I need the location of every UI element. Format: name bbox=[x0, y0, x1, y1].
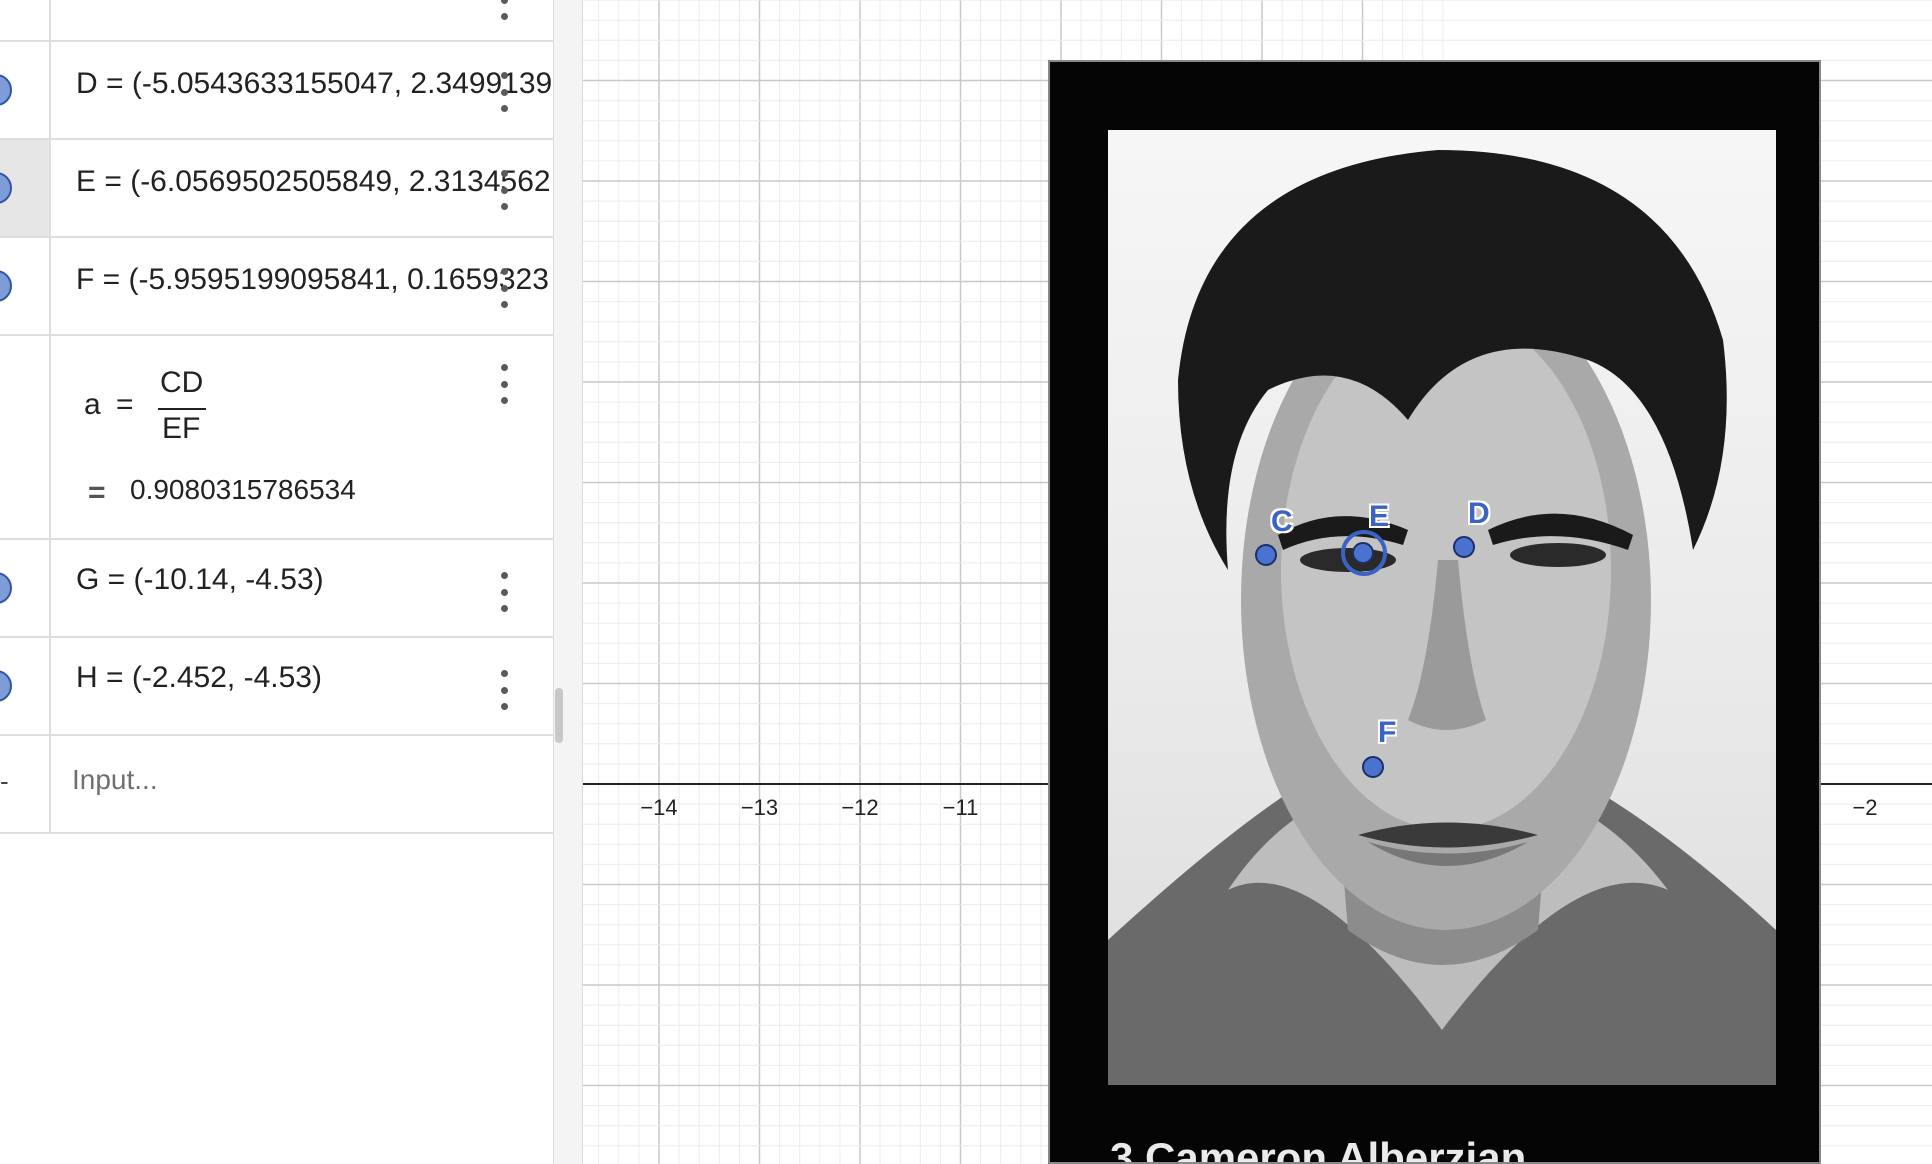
point-label-F: F bbox=[1378, 716, 1397, 749]
visibility-toggle-icon[interactable] bbox=[0, 172, 12, 204]
portrait-illustration bbox=[1108, 150, 1776, 1085]
row-gutter bbox=[0, 336, 51, 538]
fraction-bar bbox=[158, 408, 206, 410]
expression-text[interactable]: H = (-2.452, -4.53) bbox=[76, 661, 322, 695]
row-gutter bbox=[0, 540, 51, 636]
fraction-denominator: EF bbox=[162, 412, 201, 445]
algebra-view: D = (-5.0543633155047, 2.3499139 E = (-6… bbox=[0, 0, 553, 1164]
algebra-row-H[interactable]: H = (-2.452, -4.53) bbox=[0, 638, 553, 736]
visibility-toggle-icon[interactable] bbox=[0, 74, 12, 106]
expression-text[interactable]: E = (-6.0569502505849, 2.3134562 bbox=[76, 165, 551, 199]
row-gutter bbox=[0, 0, 51, 40]
algebra-row-a[interactable]: a = CD EF = 0.9080315786534 bbox=[0, 336, 553, 540]
algebra-row-F[interactable]: F = (-5.9595199095841, 0.1659323 bbox=[0, 238, 553, 336]
x-tick-label: −11 bbox=[943, 795, 979, 820]
resize-handle[interactable] bbox=[555, 688, 563, 743]
panel-divider[interactable] bbox=[553, 0, 583, 1164]
fraction-numerator: CD bbox=[160, 366, 204, 399]
algebra-input-row[interactable]: - Input... bbox=[0, 736, 553, 834]
expression-text[interactable]: D = (-5.0543633155047, 2.3499139 bbox=[76, 67, 552, 101]
more-options-icon[interactable] bbox=[494, 670, 514, 710]
equals-sign: = bbox=[116, 388, 134, 421]
point-label-C: C bbox=[1271, 505, 1293, 538]
photo-image bbox=[1108, 130, 1776, 1085]
x-tick-label: −12 bbox=[841, 795, 878, 820]
row-gutter bbox=[0, 42, 51, 138]
more-options-icon[interactable] bbox=[494, 0, 514, 20]
expression-clip: F = (-5.9595199095841, 0.1659323 bbox=[76, 263, 553, 309]
more-options-icon[interactable] bbox=[494, 268, 514, 308]
variable-name: a bbox=[84, 388, 101, 421]
x-tick-label: −2 bbox=[1852, 795, 1877, 820]
point-label-E: E bbox=[1369, 500, 1390, 533]
row-gutter bbox=[0, 140, 51, 236]
visibility-toggle-icon[interactable] bbox=[0, 670, 12, 702]
expression-clip: D = (-5.0543633155047, 2.3499139 bbox=[76, 67, 553, 113]
x-tick-label: −14 bbox=[640, 795, 677, 820]
portrait-photo[interactable]: 3 Cameron Alberzian bbox=[1048, 60, 1821, 1164]
x-tick-label: −13 bbox=[741, 795, 778, 820]
value-equals-sign: = bbox=[88, 476, 106, 509]
expression-text[interactable]: G = (-10.14, -4.53) bbox=[76, 563, 324, 597]
photo-caption: 3 Cameron Alberzian bbox=[1110, 1134, 1527, 1162]
row-gutter bbox=[0, 638, 51, 734]
more-options-icon[interactable] bbox=[494, 72, 514, 112]
algebra-row-D[interactable]: D = (-5.0543633155047, 2.3499139 bbox=[0, 42, 553, 140]
algebra-row-G[interactable]: G = (-10.14, -4.53) bbox=[0, 540, 553, 638]
algebra-row-partial[interactable] bbox=[0, 0, 553, 42]
expression-text[interactable]: F = (-5.9595199095841, 0.1659323 bbox=[76, 263, 549, 297]
computed-value: 0.9080315786534 bbox=[130, 474, 356, 505]
graphics-view[interactable]: −14 −13 −12 −11 −2 3 Cameron Alberzian C… bbox=[583, 0, 1932, 1164]
row-gutter bbox=[0, 238, 51, 334]
more-options-icon[interactable] bbox=[494, 170, 514, 210]
input-marker: - bbox=[0, 766, 9, 796]
algebra-row-E[interactable]: E = (-6.0569502505849, 2.3134562 bbox=[0, 140, 553, 238]
visibility-toggle-icon[interactable] bbox=[0, 270, 12, 302]
more-options-icon[interactable] bbox=[494, 364, 514, 404]
row-gutter: - bbox=[0, 736, 51, 832]
algebra-input[interactable]: Input... bbox=[72, 764, 158, 796]
more-options-icon[interactable] bbox=[494, 572, 514, 612]
point-label-D: D bbox=[1468, 497, 1490, 530]
visibility-toggle-icon[interactable] bbox=[0, 572, 12, 604]
expression-clip: E = (-6.0569502505849, 2.3134562 bbox=[76, 165, 553, 211]
